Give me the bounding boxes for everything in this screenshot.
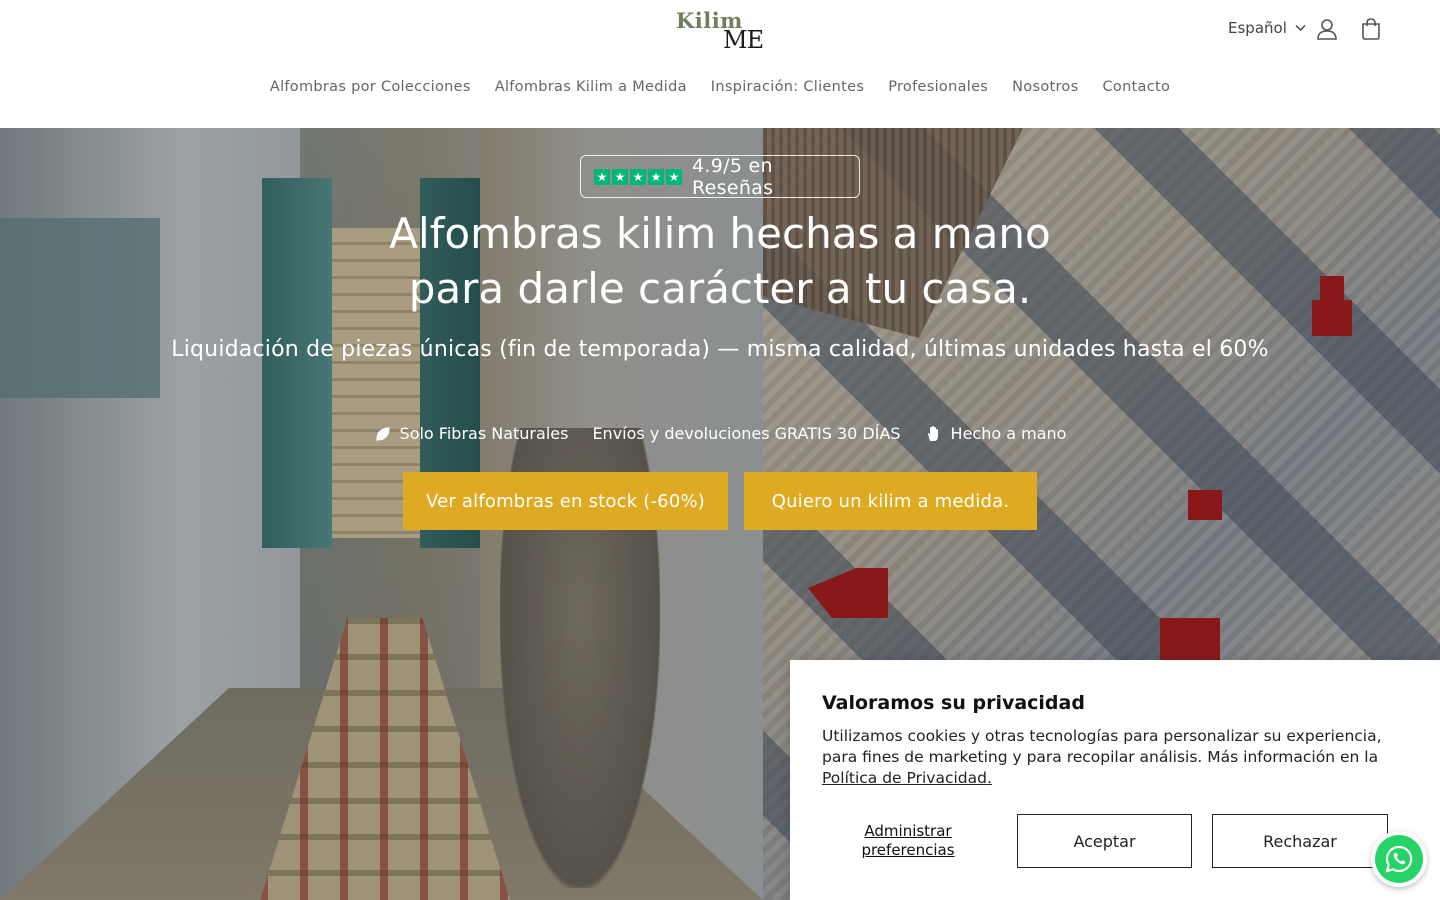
language-selector[interactable]: Español	[1228, 19, 1306, 37]
site-header: Kilim ME Español Alfombras por Coleccion…	[0, 0, 1440, 128]
cookie-text: Utilizamos cookies y otras tecnologías p…	[822, 726, 1408, 789]
feature-shipping-label: Envíos y devoluciones GRATIS 30 DÍAS	[592, 424, 901, 443]
feature-natural: Solo Fibras Naturales	[374, 424, 569, 443]
rating-text: 4.9/5 en Reseñas	[692, 154, 774, 199]
chevron-down-icon	[1295, 24, 1306, 32]
feature-shipping: Envíos y devoluciones GRATIS 30 DÍAS	[592, 424, 900, 443]
nav-item-a-medida[interactable]: Alfombras Kilim a Medida	[495, 79, 687, 95]
reject-cookies-button[interactable]: Rechazar	[1212, 814, 1388, 868]
logo[interactable]: Kilim ME	[676, 8, 766, 54]
star-icon: ★	[594, 168, 610, 185]
accept-cookies-button[interactable]: Aceptar	[1017, 814, 1192, 868]
feature-natural-label: Solo Fibras Naturales	[399, 424, 569, 443]
feature-handmade-label: Hecho a mano	[950, 424, 1067, 443]
language-label: Español	[1228, 19, 1287, 37]
cart-icon[interactable]	[1359, 17, 1383, 41]
nav-item-contacto[interactable]: Contacto	[1102, 79, 1170, 95]
cookie-title: Valoramos su privacidad	[822, 692, 1085, 714]
nav-item-nosotros[interactable]: Nosotros	[1012, 79, 1078, 95]
rating-stars: ★ ★ ★ ★ ★	[594, 168, 682, 185]
nav-item-profesionales[interactable]: Profesionales	[888, 79, 988, 95]
reviews-badge[interactable]: ★ ★ ★ ★ ★ 4.9/5 en Reseñas	[580, 154, 860, 199]
main-nav: Alfombras por Colecciones Alfombras Kili…	[0, 79, 1440, 95]
hero-title-line-2: para darle carácter a tu casa.	[408, 264, 1032, 313]
hero-title-line-1: Alfombras kilim hechas a mano	[389, 209, 1051, 258]
leaf-icon	[375, 426, 390, 441]
hero-subtitle: Liquidación de piezas únicas (fin de tem…	[171, 337, 1269, 362]
whatsapp-icon	[1385, 845, 1413, 873]
manage-preferences-link[interactable]: Administrar preferencias	[828, 822, 988, 860]
whatsapp-chat-button[interactable]	[1371, 831, 1427, 887]
nav-item-inspiracion[interactable]: Inspiración: Clientes	[711, 79, 864, 95]
star-icon: ★	[612, 168, 628, 185]
star-icon: ★	[666, 168, 682, 185]
feature-handmade: Hecho a mano	[925, 424, 1067, 443]
privacy-policy-link[interactable]: Política de Privacidad.	[822, 769, 992, 787]
shop-stock-button[interactable]: Ver alfombras en stock (-60%)	[403, 472, 728, 530]
logo-line-2: ME	[723, 26, 764, 54]
star-icon: ★	[648, 168, 664, 185]
account-icon[interactable]	[1315, 17, 1339, 41]
hand-icon	[927, 425, 938, 441]
star-icon: ★	[630, 168, 646, 185]
custom-kilim-button[interactable]: Quiero un kilim a medida.	[744, 472, 1037, 530]
cookie-description: Utilizamos cookies y otras tecnologías p…	[822, 727, 1382, 766]
hero-title: Alfombras kilim hechas a mano para darle…	[0, 206, 1440, 316]
cookie-consent-dialog: Valoramos su privacidad Utilizamos cooki…	[790, 660, 1440, 900]
nav-item-colecciones[interactable]: Alfombras por Colecciones	[270, 79, 471, 95]
feature-list: Solo Fibras Naturales Envíos y devolucio…	[0, 424, 1440, 443]
